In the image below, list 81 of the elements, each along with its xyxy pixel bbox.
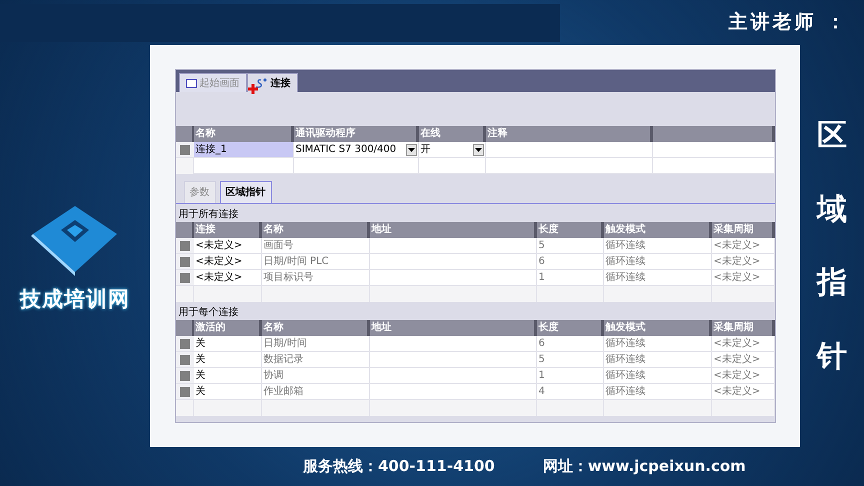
table-cell: 循环连续 [604, 368, 712, 384]
website-text: 网址：www.jcpeixun.com [542, 456, 746, 478]
table-cell: 画面号 [262, 238, 370, 254]
column-header: 注释 [486, 126, 652, 142]
table-cell: 日期/时间 [262, 336, 370, 352]
row-marker-icon [180, 272, 190, 282]
connection-icon [254, 78, 268, 88]
window-icon [186, 78, 196, 88]
table-cell[interactable]: 连接_1 [194, 142, 294, 158]
header-corner [176, 320, 194, 336]
table-cell: 日期/时间 PLC [262, 254, 370, 270]
brand-name: 技成培训网 [20, 286, 130, 314]
row-marker-icon [180, 338, 190, 348]
table-cell: 协调 [262, 368, 370, 384]
table-cell: <未定义> [712, 384, 774, 400]
panel-tab[interactable]: 区域指针 [220, 181, 272, 203]
row-marker-icon [180, 370, 190, 380]
column-header: 长度 [536, 222, 604, 238]
table-cell: 关 [194, 368, 262, 384]
section-title: 用于所有连接 [178, 208, 240, 222]
table-cell: <未定义> [194, 254, 262, 270]
caret-icon [474, 148, 482, 152]
table-cell: <未定义> [712, 336, 774, 352]
column-header: 采集周期 [712, 320, 774, 336]
table-cell: <未定义> [712, 238, 774, 254]
dropdown-value[interactable]: SIMATIC S7 300/400 [296, 142, 396, 158]
header-corner [176, 222, 194, 238]
column-header: 地址 [370, 222, 536, 238]
column-header: 激活的 [194, 320, 262, 336]
table-cell: 作业邮箱 [262, 384, 370, 400]
column-header: 连接 [194, 222, 262, 238]
table-cell: 循环连续 [604, 336, 712, 352]
table-cell: 4 [536, 384, 604, 400]
table-cell: <未定义> [712, 270, 774, 286]
section-title: 用于每个连接 [178, 306, 240, 320]
table-cell: 循环连续 [604, 270, 712, 286]
row-marker-icon [180, 144, 190, 154]
table-cell: 关 [194, 352, 262, 368]
table-cell: 循环连续 [604, 238, 712, 254]
row-marker-icon [180, 386, 190, 396]
table-cell: 6 [536, 254, 604, 270]
table-cell: 循环连续 [604, 254, 712, 270]
window-tab[interactable]: 连接 [246, 73, 298, 92]
table-cell: 1 [536, 270, 604, 286]
row-marker-icon [180, 256, 190, 266]
hotline-text: 服务热线：400-111-4100 [303, 456, 495, 478]
table-cell: 数据记录 [262, 352, 370, 368]
dropdown-button[interactable] [472, 144, 484, 156]
table-cell: 项目标识号 [262, 270, 370, 286]
row-marker-icon [180, 240, 190, 250]
table-cell: 循环连续 [604, 384, 712, 400]
header-corner [176, 126, 194, 142]
column-header: 触发模式 [604, 222, 712, 238]
table-cell: <未定义> [712, 352, 774, 368]
table-cell: <未定义> [712, 368, 774, 384]
table-cell: 循环连续 [604, 352, 712, 368]
table-cell: 5 [536, 238, 604, 254]
cursor-icon [248, 84, 258, 94]
column-header: 名称 [194, 126, 294, 142]
column-header: 长度 [536, 320, 604, 336]
table-cell: <未定义> [194, 238, 262, 254]
dropdown-button[interactable] [406, 144, 416, 156]
column-header: 地址 [370, 320, 536, 336]
caret-icon [408, 148, 414, 152]
table-cell: 关 [194, 384, 262, 400]
column-header: 名称 [262, 320, 370, 336]
table-cell: <未定义> [194, 270, 262, 286]
column-header: 在线 [418, 126, 486, 142]
row-marker-icon [180, 354, 190, 364]
table-cell: 5 [536, 352, 604, 368]
dropdown-value[interactable]: 开 [420, 142, 430, 158]
column-header: 触发模式 [604, 320, 712, 336]
side-title: 区域指针 [817, 117, 847, 376]
table-cell: 1 [536, 368, 604, 384]
table-cell: 关 [194, 336, 262, 352]
table-cell: <未定义> [712, 254, 774, 270]
column-header: 采集周期 [712, 222, 774, 238]
presenter-label: 主讲老师 ： [728, 10, 849, 36]
column-header: 通讯驱动程序 [294, 126, 418, 142]
table-cell: 6 [536, 336, 604, 352]
column-header: 名称 [262, 222, 370, 238]
